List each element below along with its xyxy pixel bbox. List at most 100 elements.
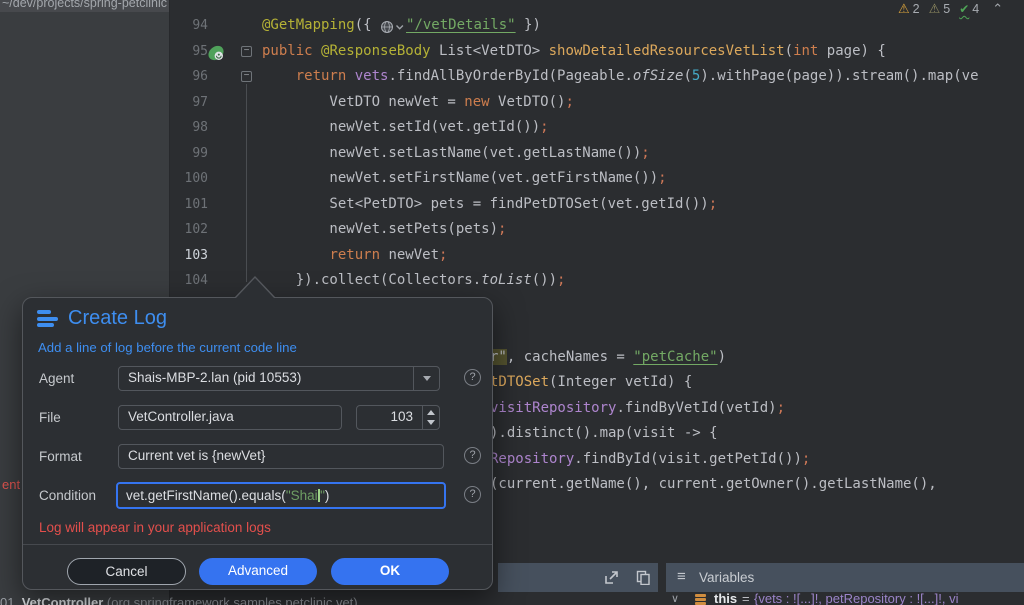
code-token: tDTOSet	[490, 374, 549, 390]
frame-line-number: 01,	[0, 595, 22, 605]
typos-count: 4	[972, 2, 979, 16]
code-token: (	[785, 43, 793, 59]
code-token: newVet.setLastName(vet.getLastName())	[262, 145, 641, 161]
code-token: ;	[802, 451, 810, 467]
code-token: "/vetDetails"	[406, 17, 516, 33]
code-token: .findAllByOrderById(Pageable.	[388, 68, 632, 84]
cancel-button[interactable]: Cancel	[67, 558, 186, 585]
dialog-title: Create Log	[68, 307, 167, 330]
advanced-button[interactable]: Advanced	[199, 558, 317, 585]
code-token: return	[329, 247, 388, 263]
code-token: ;	[540, 119, 548, 135]
line-number[interactable]: 97	[170, 90, 208, 116]
line-number-stepper[interactable]	[422, 406, 439, 429]
code-token: "petCache"	[633, 349, 717, 365]
variable-row-this[interactable]: ∨ this = {vets : ![...]!, petRepository …	[666, 591, 1024, 605]
agent-help-icon[interactable]: ?	[464, 369, 481, 386]
code-token: ;	[557, 272, 565, 288]
code-token: VetDTO newVet =	[262, 94, 464, 110]
stepper-up-icon[interactable]	[427, 410, 435, 415]
format-help-icon[interactable]: ?	[464, 447, 481, 464]
fold-marker-collapse-icon[interactable]: −	[241, 46, 252, 57]
file-value: VetController.java	[128, 409, 234, 424]
open-in-new-window-icon[interactable]	[604, 570, 619, 585]
condition-input[interactable]: vet.getFirstName().equals("Shai")	[116, 482, 446, 509]
code-token: ;	[565, 94, 573, 110]
file-input[interactable]: VetController.java	[118, 405, 342, 430]
code-token	[262, 68, 296, 84]
line-number[interactable]: 95	[170, 39, 208, 65]
code-fragment: Repository.findById(visit.getPetId());	[490, 447, 810, 473]
dialog-warning-text: Log will appear in your application logs	[39, 520, 271, 535]
code-token: List<VetDTO>	[439, 43, 549, 59]
inspections-widget[interactable]: ⚠ 2 ⚠ 5 ✔ 4 ⌃	[898, 1, 1003, 17]
typo-check-icon: ✔	[959, 2, 969, 16]
copy-icon[interactable]	[636, 570, 651, 585]
gutter-numbers: 949596979899100101102103104	[170, 13, 208, 294]
dropdown-arrow-button[interactable]	[413, 367, 439, 390]
code-token: newVet.setPets(pets)	[262, 221, 498, 237]
project-root-row[interactable]: ~/dev/projects/spring-petclinic	[0, 0, 169, 12]
code-lines: @GetMapping({ "/vetDetails" })public @Re…	[262, 13, 979, 294]
project-tree-error-item: ent	[2, 477, 20, 492]
code-token: ;	[777, 400, 785, 416]
line-number[interactable]: 101	[170, 192, 208, 218]
condition-string-literal: "Shai	[286, 488, 318, 503]
agent-value: Shais-MBP-2.lan (pid 10553)	[128, 370, 301, 385]
line-number[interactable]: 99	[170, 141, 208, 167]
warnings-indicator[interactable]: ⚠ 2	[898, 1, 920, 17]
dialog-subtitle: Add a line of log before the current cod…	[38, 340, 297, 355]
code-token: (Integer vetId) {	[549, 374, 692, 390]
stack-frame-row[interactable]: 01, VetController (org.springframework.s…	[0, 595, 500, 605]
variables-panel-title: Variables	[699, 570, 754, 585]
code-token: ).distinct().map(visit -> {	[490, 425, 718, 441]
line-number-input[interactable]: 103	[356, 405, 440, 430]
code-token: ;	[658, 170, 666, 186]
line-number[interactable]: 94	[170, 13, 208, 39]
frame-class-name: VetController	[22, 595, 104, 605]
code-token: return	[296, 68, 355, 84]
warnings-count: 2	[913, 2, 920, 16]
condition-help-icon[interactable]: ?	[464, 486, 481, 503]
code-fragment: visitRepository.findByVetId(vetId);	[490, 396, 785, 422]
code-token: newVet.setFirstName(vet.getFirstName())	[262, 170, 658, 186]
ide-window: ~/dev/projects/spring-petclinic ent 9495…	[0, 0, 1024, 605]
breadcrumb: ~/dev/projects/spring-petclinic	[2, 0, 167, 10]
line-number[interactable]: 98	[170, 115, 208, 141]
weak-warning-icon: ⚠	[929, 1, 941, 17]
variables-panel-header[interactable]: ≡ Variables	[666, 563, 1024, 592]
agent-select[interactable]: Shais-MBP-2.lan (pid 10553)	[118, 366, 440, 391]
code-token: (current.getName(), current.getOwner().g…	[490, 476, 937, 492]
url-globe-icon[interactable]	[380, 15, 406, 41]
expand-chevron-icon[interactable]: ∨	[671, 592, 679, 605]
line-number[interactable]: 103	[170, 243, 208, 269]
code-token: .findById(visit.getPetId())	[574, 451, 802, 467]
code-line: public @ResponseBody List<VetDTO> showDe…	[262, 39, 979, 65]
line-number[interactable]: 102	[170, 217, 208, 243]
fold-marker-collapse-icon[interactable]: −	[241, 71, 252, 82]
code-token: ;	[498, 221, 506, 237]
line-number[interactable]: 96	[170, 64, 208, 90]
code-token: ofSize	[633, 68, 684, 84]
format-input[interactable]: Current vet is {newVet}	[118, 444, 444, 469]
chevron-up-icon[interactable]: ⌃	[992, 1, 1003, 17]
lightrun-logo-icon	[37, 310, 58, 327]
code-token: visitRepository	[490, 400, 616, 416]
frames-toolbar	[498, 563, 658, 592]
weak-warnings-indicator[interactable]: ⚠ 5	[929, 1, 951, 17]
lightrun-logpoint-icon[interactable]	[207, 44, 225, 62]
code-token: new	[464, 94, 498, 110]
menu-icon[interactable]: ≡	[677, 568, 686, 585]
code-line: return newVet;	[262, 243, 979, 269]
line-number[interactable]: 104	[170, 268, 208, 294]
fold-range-line	[246, 84, 247, 282]
ok-button[interactable]: OK	[331, 558, 449, 585]
line-number[interactable]: 100	[170, 166, 208, 192]
typos-indicator[interactable]: ✔ 4	[959, 2, 979, 16]
condition-label: Condition	[39, 488, 96, 503]
code-token: public	[262, 43, 321, 59]
code-token: newVet	[388, 247, 439, 263]
code-token: ).withPage(page)).stream().map(ve	[700, 68, 978, 84]
stepper-down-icon[interactable]	[427, 420, 435, 425]
weak-warnings-count: 5	[943, 2, 950, 16]
